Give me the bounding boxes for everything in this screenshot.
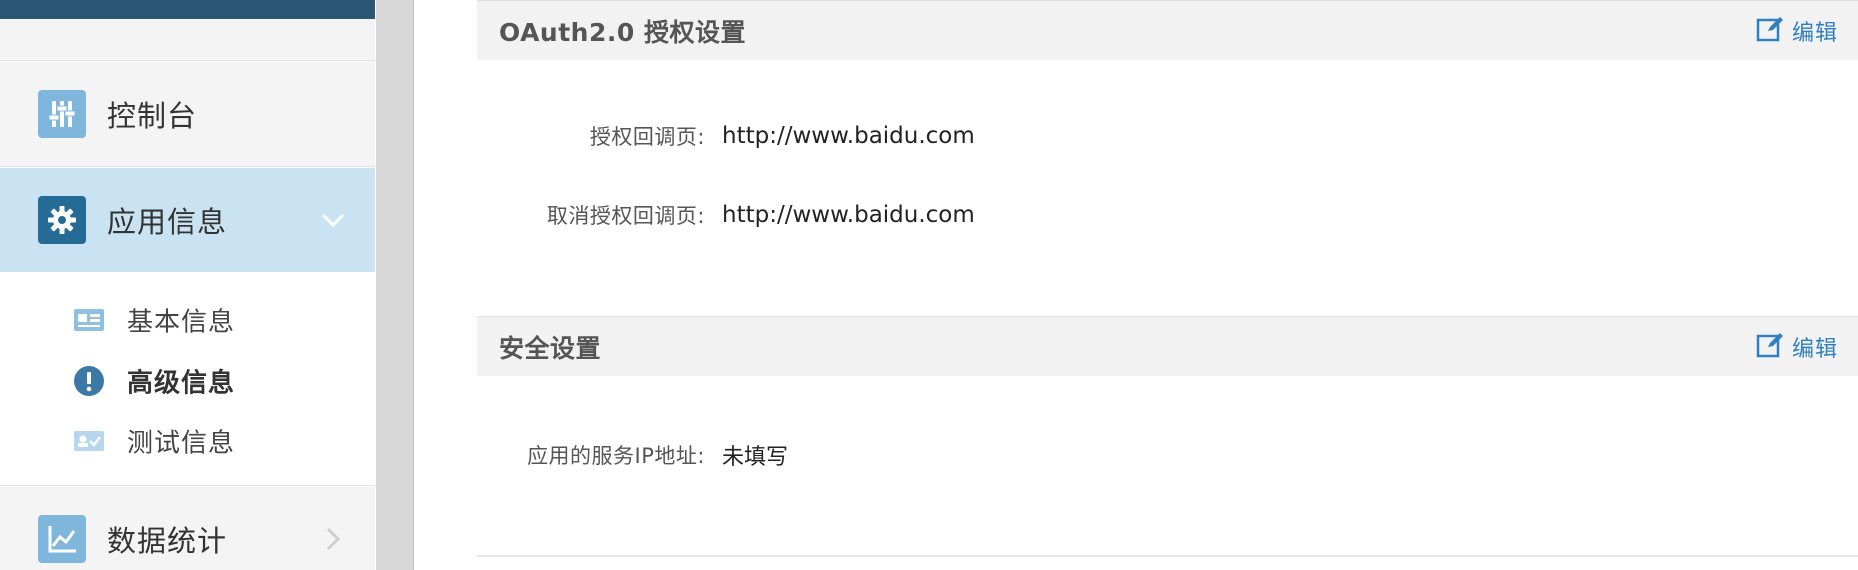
sidebar-subitem-label: 基本信息: [127, 307, 236, 338]
field-row: 取消授权回调页: http://www.baidu.com: [477, 195, 1858, 235]
sidebar-gutter: [376, 0, 414, 570]
section-divider: [477, 555, 1858, 557]
oauth-section-title: OAuth2.0 授权设置: [499, 17, 746, 47]
sidebar-spacer: [0, 19, 375, 61]
sidebar-item-label: 应用信息: [107, 205, 228, 239]
field-value: http://www.baidu.com: [722, 202, 975, 228]
sidebar-top-bar: [0, 0, 375, 19]
edit-icon: [1756, 15, 1784, 47]
sidebar-subitem-advanced-info[interactable]: 高级信息: [0, 352, 375, 410]
security-section-header: 安全设置 编辑: [477, 316, 1858, 376]
console-sliders-icon: [38, 90, 86, 138]
edit-icon: [1756, 331, 1784, 363]
field-value: http://www.baidu.com: [722, 123, 975, 149]
user-card-check-icon: [72, 426, 106, 456]
sidebar-item-app-info[interactable]: 应用信息: [0, 168, 375, 273]
sidebar-subitem-test-info[interactable]: 测试信息: [0, 412, 375, 470]
field-row: 应用的服务IP地址: 未填写: [477, 435, 1858, 475]
field-label: 应用的服务IP地址:: [527, 444, 705, 468]
edit-label: 编辑: [1791, 336, 1838, 362]
field-row: 授权回调页: http://www.baidu.com: [477, 116, 1858, 156]
oauth-section-header: OAuth2.0 授权设置 编辑: [477, 0, 1858, 60]
chevron-right-icon[interactable]: [318, 524, 348, 554]
sidebar-item-label: 控制台: [107, 99, 198, 133]
id-card-icon: [72, 305, 106, 335]
sidebar-item-console[interactable]: 控制台: [0, 62, 375, 167]
main-content: OAuth2.0 授权设置 编辑 授权回调页: http://www.baidu…: [415, 0, 1858, 570]
oauth-edit-button[interactable]: 编辑: [1756, 15, 1838, 47]
edit-label: 编辑: [1791, 20, 1838, 46]
exclamation-circle-icon: [72, 366, 106, 396]
sidebar: 控制台 应用信息 基本信息 高级信息 测试信息 数据统计: [0, 0, 375, 570]
sidebar-subitem-label: 测试信息: [127, 428, 236, 459]
sidebar-subitem-basic-info[interactable]: 基本信息: [0, 291, 375, 349]
sidebar-subitem-label: 高级信息: [127, 368, 236, 399]
field-label: 授权回调页:: [589, 125, 705, 149]
security-section-title: 安全设置: [499, 333, 602, 363]
security-edit-button[interactable]: 编辑: [1756, 331, 1838, 363]
sidebar-item-label: 数据统计: [107, 524, 228, 558]
line-chart-icon: [38, 515, 86, 563]
sidebar-item-data-stats[interactable]: 数据统计: [0, 487, 375, 570]
sidebar-submenu: 基本信息 高级信息 测试信息: [0, 272, 375, 486]
field-value: 未填写: [722, 445, 789, 470]
gear-icon: [38, 196, 86, 244]
chevron-down-icon[interactable]: [318, 205, 348, 235]
field-label: 取消授权回调页:: [546, 204, 705, 228]
